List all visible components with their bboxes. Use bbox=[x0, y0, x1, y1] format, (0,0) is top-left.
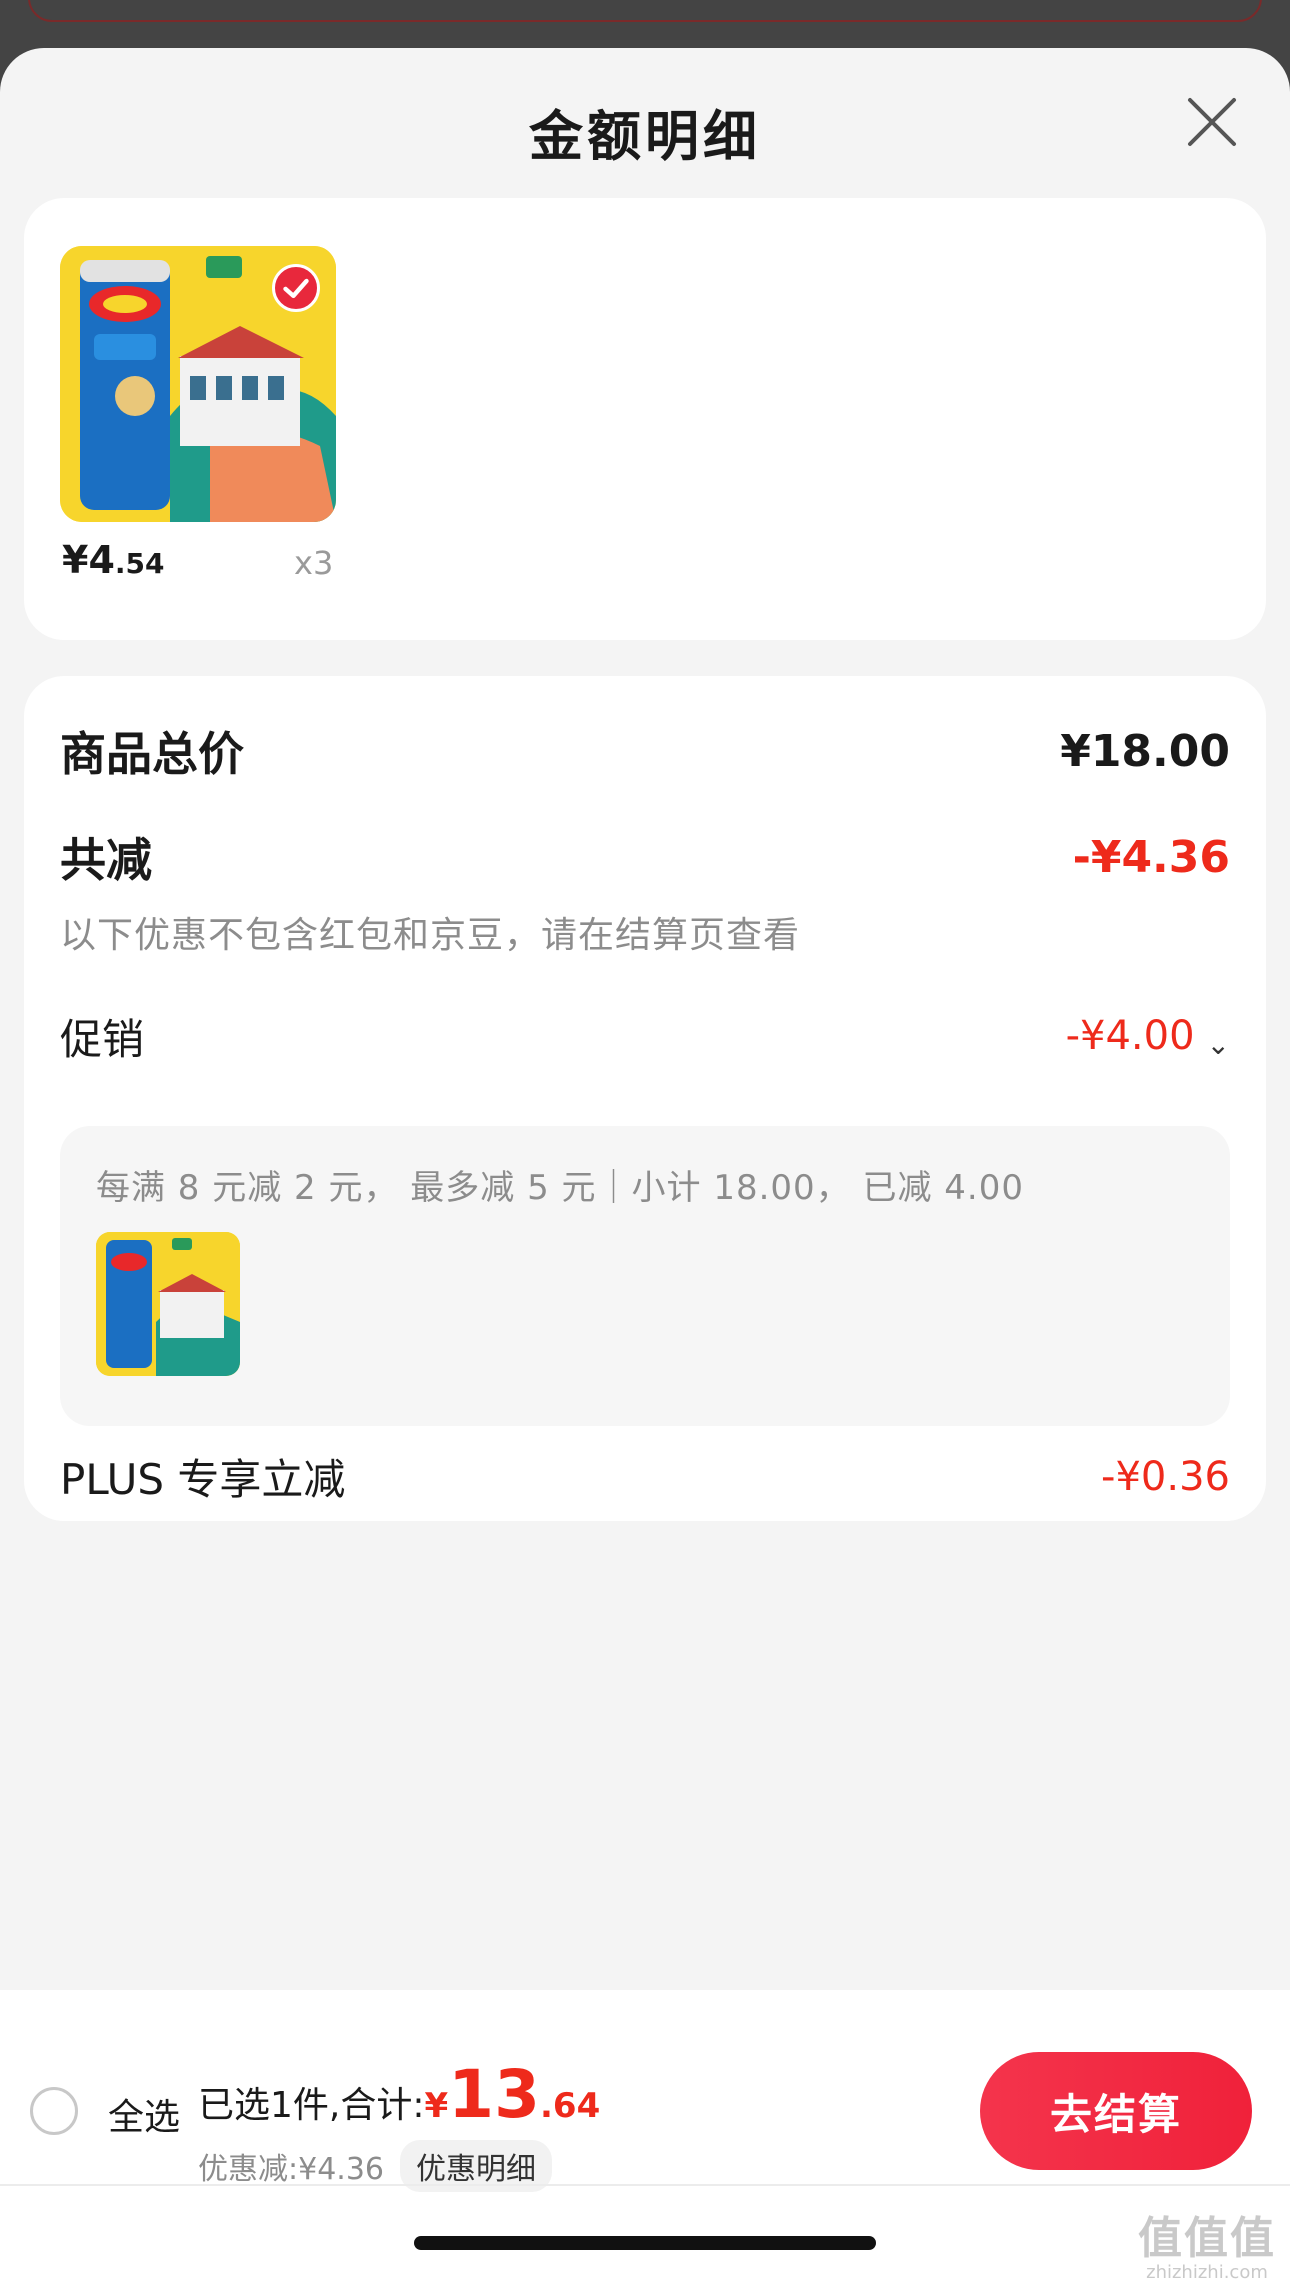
watermark-url: zhizhizhi.com bbox=[1146, 2262, 1268, 2283]
price-detail-card: 商品总价 ¥18.00 共减 -¥4.36 以下优惠不包含红包和京豆，请在结算页… bbox=[24, 676, 1266, 1521]
background-card-edge bbox=[28, 0, 1262, 22]
promo-value-wrap[interactable]: -¥4.00 ⌄ bbox=[1066, 1013, 1230, 1061]
amount-detail-sheet: 金额明细 ¥4.54 x3 商品总价 ¥18.00 共减 -¥4.36 以下优惠… bbox=[0, 48, 1290, 2286]
subtotal-label: 商品总价 bbox=[60, 727, 244, 781]
discount-label: 共减 bbox=[60, 833, 152, 887]
discount-summary-text: 优惠减:¥4.36 bbox=[198, 2152, 384, 2187]
total-int: 13 bbox=[448, 2056, 541, 2133]
promo-value: -¥4.00 bbox=[1065, 1012, 1195, 1059]
subtotal-value: ¥18.00 bbox=[1060, 725, 1230, 777]
promo-rule-text: 每满 8 元减 2 元， 最多减 5 元｜小计 18.00， 已减 4.00 bbox=[96, 1168, 1025, 1208]
product-card: ¥4.54 x3 bbox=[24, 198, 1266, 640]
bottom-checkout-bar: 全选 已选1件,合计: ¥ 13 .64 优惠减:¥4.36 优惠明细 去结算 … bbox=[0, 1990, 1290, 2286]
unit-price-int: ¥4 bbox=[62, 538, 115, 582]
promo-rule-box: 每满 8 元减 2 元， 最多减 5 元｜小计 18.00， 已减 4.00 bbox=[60, 1126, 1230, 1426]
divider bbox=[0, 2184, 1290, 2186]
unit-price: ¥4.54 bbox=[62, 538, 165, 582]
selected-total: 已选1件,合计: ¥ 13 .64 bbox=[198, 2062, 600, 2128]
plus-value: -¥0.36 bbox=[1101, 1453, 1230, 1500]
promo-label: 促销 bbox=[60, 1015, 145, 1064]
selected-check-icon[interactable] bbox=[272, 264, 320, 312]
close-button[interactable] bbox=[1184, 94, 1240, 150]
total-currency: ¥ bbox=[424, 2086, 449, 2126]
selected-count-text: 已选1件,合计: bbox=[198, 2085, 425, 2126]
lays-chips-can-thumbnail bbox=[96, 1232, 240, 1376]
select-all-checkbox[interactable] bbox=[30, 2087, 78, 2135]
promo-product-image[interactable] bbox=[96, 1232, 240, 1376]
close-icon bbox=[1188, 98, 1236, 146]
select-all-label[interactable]: 全选 bbox=[108, 2088, 180, 2140]
discount-row: 共减 -¥4.36 bbox=[60, 824, 1230, 890]
quantity: x3 bbox=[294, 544, 334, 582]
product-image[interactable] bbox=[60, 246, 336, 522]
discount-value: -¥4.36 bbox=[1072, 831, 1230, 883]
watermark: 值值值 zhizhizhi.com bbox=[1138, 2202, 1276, 2283]
total-dec: .64 bbox=[540, 2086, 601, 2126]
plus-label: PLUS 专享立减 bbox=[60, 1455, 346, 1504]
sheet-title: 金额明细 bbox=[529, 105, 761, 168]
home-indicator[interactable] bbox=[414, 2236, 876, 2250]
plus-row: PLUS 专享立减 -¥0.36 bbox=[60, 1446, 1230, 1507]
discount-note: 以下优惠不包含红包和京豆，请在结算页查看 bbox=[60, 915, 801, 956]
promo-row[interactable]: 促销 -¥4.00 ⌄ bbox=[60, 1006, 1230, 1067]
subtotal-row: 商品总价 ¥18.00 bbox=[60, 718, 1230, 784]
checkout-button[interactable]: 去结算 bbox=[980, 2052, 1252, 2170]
watermark-logo: 值值值 bbox=[1138, 2213, 1276, 2264]
chevron-down-icon[interactable]: ⌄ bbox=[1207, 1028, 1230, 1061]
unit-price-dec: .54 bbox=[114, 547, 165, 580]
